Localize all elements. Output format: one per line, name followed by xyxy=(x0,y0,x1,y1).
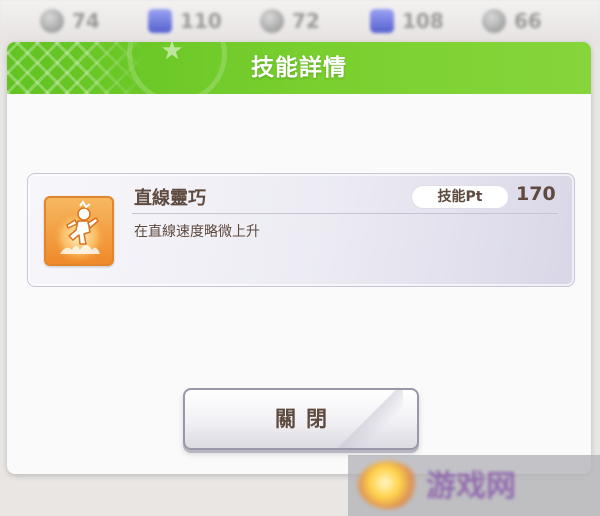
dialog-title: 技能詳情 xyxy=(251,55,347,81)
skill-name: 直線靈巧 xyxy=(134,188,206,209)
close-button[interactable]: 關閉 xyxy=(183,388,419,450)
silver-medal-icon xyxy=(482,9,506,33)
stat-item: 72 xyxy=(260,6,320,36)
stat-item: 74 xyxy=(40,6,100,36)
skill-divider xyxy=(132,213,558,214)
stat-strip: 74 110 72 108 66 xyxy=(0,0,600,44)
close-button-label: 關閉 xyxy=(275,407,337,431)
skill-pt-badge: 技能Pt xyxy=(412,186,508,208)
skill-description: 在直線速度略微上升 xyxy=(134,224,260,240)
skill-pt-value: 170 xyxy=(516,183,556,205)
stat-value: 110 xyxy=(180,9,222,33)
skill-pt-label: 技能Pt xyxy=(437,189,483,205)
stat-value: 72 xyxy=(292,9,320,33)
stat-value: 74 xyxy=(72,9,100,33)
watermark: 游戏网 xyxy=(348,455,600,516)
stat-value: 108 xyxy=(402,9,444,33)
running-figure-icon xyxy=(44,196,114,266)
watermark-text: 游戏网 xyxy=(426,469,516,504)
stat-item: 66 xyxy=(482,6,542,36)
silver-medal-icon xyxy=(260,9,284,33)
skill-detail-dialog: ★ 技能詳情 直線靈巧 在直線速度略微上升 技能Pt 170 關閉 xyxy=(7,42,591,474)
dialog-header: ★ 技能詳情 xyxy=(7,42,591,94)
stat-item: 110 xyxy=(148,6,222,36)
purple-card-icon xyxy=(148,9,172,33)
purple-card-icon xyxy=(370,9,394,33)
skill-card: 直線靈巧 在直線速度略微上升 技能Pt 170 xyxy=(27,173,575,287)
watermark-logo xyxy=(358,461,418,509)
stat-value: 66 xyxy=(514,9,542,33)
stat-item: 108 xyxy=(370,6,444,36)
silver-medal-icon xyxy=(40,9,64,33)
